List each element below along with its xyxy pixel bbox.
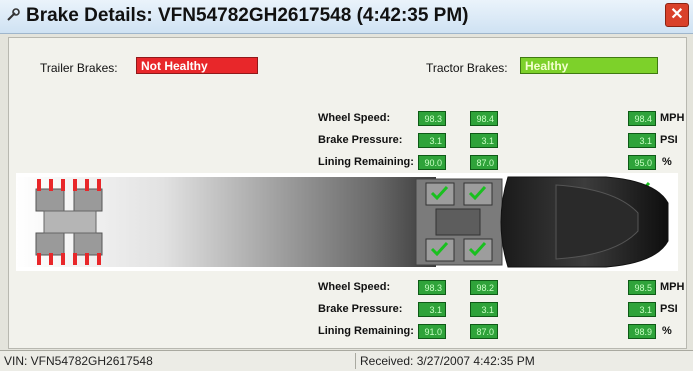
top-lining-remaining-right: 95.0	[628, 155, 656, 170]
top-speed-unit: MPH	[660, 112, 685, 124]
vin-status: VIN: VFN54782GH2617548	[4, 354, 153, 368]
top-wheel-speed-right: 98.4	[628, 111, 656, 126]
bottom-lining-remaining-label: Lining Remaining:	[318, 325, 414, 337]
truck-diagram	[16, 173, 678, 271]
tractor-cab	[500, 176, 669, 268]
bottom-speed-unit: MPH	[660, 281, 685, 293]
bottom-lining-remaining-right: 98.9	[628, 324, 656, 339]
bottom-lining-remaining-mid: 87.0	[470, 324, 498, 339]
brake-details-window: Brake Details: VFN54782GH2617548 (4:42:3…	[0, 0, 693, 371]
bottom-wheel-speed-right: 98.5	[628, 280, 656, 295]
bottom-brake-pressure-right: 3.1	[628, 302, 656, 317]
wrench-icon	[7, 8, 20, 21]
top-wheel-speed-left: 98.3	[418, 111, 446, 126]
bottom-brake-pressure-left: 3.1	[418, 302, 446, 317]
bottom-pressure-unit: PSI	[660, 303, 678, 315]
top-brake-pressure-right: 3.1	[628, 133, 656, 148]
top-brake-pressure-mid: 3.1	[470, 133, 498, 148]
top-pressure-unit: PSI	[660, 134, 678, 146]
status-divider	[355, 353, 356, 369]
bottom-wheel-speed-left: 98.3	[418, 280, 446, 295]
top-wheel-speed-label: Wheel Speed:	[318, 112, 391, 124]
bottom-lining-remaining-left: 91.0	[418, 324, 446, 339]
top-lining-remaining-label: Lining Remaining:	[318, 156, 414, 168]
bottom-lining-unit: %	[662, 325, 672, 337]
top-lining-remaining-mid: 87.0	[470, 155, 498, 170]
bottom-brake-pressure-mid: 3.1	[470, 302, 498, 317]
top-wheel-speed-mid: 98.4	[470, 111, 498, 126]
trailer-brakes-status: Not Healthy	[136, 57, 258, 74]
top-lining-remaining-left: 90.0	[418, 155, 446, 170]
bottom-wheel-speed-label: Wheel Speed:	[318, 281, 391, 293]
top-brake-pressure-label: Brake Pressure:	[318, 134, 403, 146]
bottom-brake-pressure-label: Brake Pressure:	[318, 303, 403, 315]
window-title: Brake Details: VFN54782GH2617548 (4:42:3…	[26, 5, 469, 26]
tractor-brakes-status: Healthy	[520, 57, 658, 74]
top-lining-unit: %	[662, 156, 672, 168]
tractor-rear-axles	[415, 178, 503, 266]
status-bar: VIN: VFN54782GH2617548 Received: 3/27/20…	[0, 350, 693, 371]
bottom-wheel-speed-mid: 98.2	[470, 280, 498, 295]
title-bar[interactable]: Brake Details: VFN54782GH2617548 (4:42:3…	[0, 0, 693, 34]
close-button[interactable]: ✕	[665, 3, 689, 27]
top-brake-pressure-left: 3.1	[418, 133, 446, 148]
tractor-brakes-label: Tractor Brakes:	[426, 61, 508, 75]
received-status: Received: 3/27/2007 4:42:35 PM	[360, 354, 535, 368]
trailer-brakes-label: Trailer Brakes:	[40, 61, 118, 75]
